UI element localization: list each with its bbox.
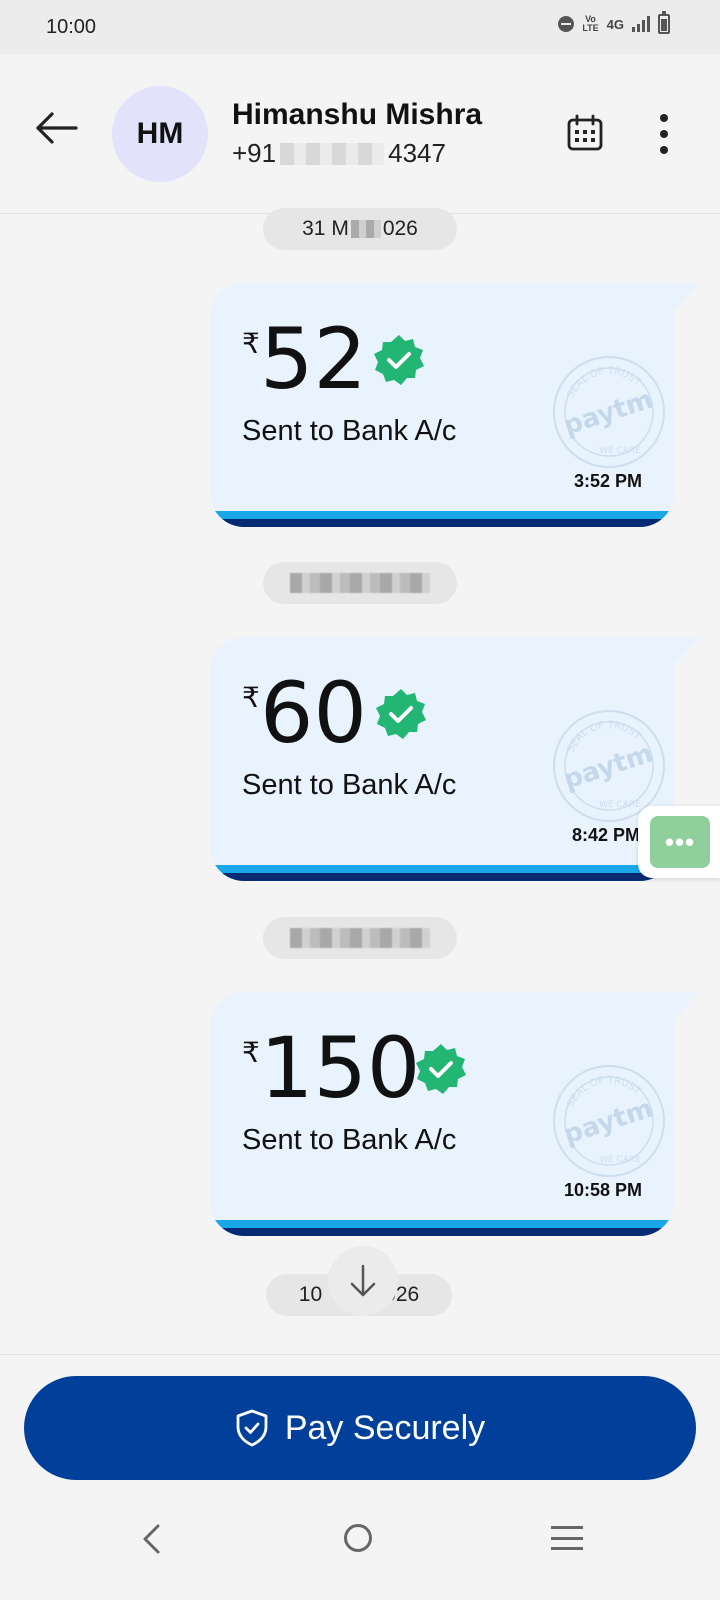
payment-amount: 60 xyxy=(260,664,367,762)
date-redaction xyxy=(290,573,430,593)
verified-check-icon xyxy=(376,689,426,739)
more-horizontal-icon: ••• xyxy=(650,816,710,868)
payment-amount: 150 xyxy=(260,1019,421,1117)
verified-check-icon xyxy=(416,1044,466,1094)
svg-text:WE CARE: WE CARE xyxy=(599,1155,641,1165)
pay-button-label: Pay Securely xyxy=(284,1408,486,1447)
nav-back-icon xyxy=(143,1524,160,1554)
phone-prefix: +91 xyxy=(232,138,277,168)
status-icons: Vo LTE 4G xyxy=(558,11,670,34)
nav-recents-button[interactable] xyxy=(551,1526,583,1550)
svg-text:WE CARE: WE CARE xyxy=(599,800,641,810)
back-button[interactable] xyxy=(32,108,80,148)
phone-suffix: 4347 xyxy=(388,138,446,168)
status-time: 10:00 xyxy=(46,16,97,38)
arrow-down-icon xyxy=(350,1264,376,1297)
status-bar: 10:00 Vo LTE 4G xyxy=(0,0,720,54)
card-stripe xyxy=(210,865,674,881)
chat-header: HM Himanshu Mishra +91 4347 xyxy=(0,54,720,214)
date-redaction xyxy=(350,220,381,238)
calendar-button[interactable] xyxy=(566,114,604,152)
more-vertical-icon xyxy=(660,114,668,122)
nav-back-button[interactable] xyxy=(138,1522,164,1556)
date-separator xyxy=(263,562,457,604)
card-stripe xyxy=(210,511,674,527)
card-stripe xyxy=(210,1220,674,1236)
bubble-tail xyxy=(670,283,700,315)
paytm-seal-icon: SEAL OF TRUST paytm WE CARE xyxy=(553,356,665,468)
currency-symbol: ₹ xyxy=(242,1037,260,1068)
payment-status-label: Sent to Bank A/c xyxy=(242,415,457,447)
message-time: 3:52 PM xyxy=(573,471,642,491)
shield-check-icon xyxy=(236,1409,268,1447)
phone-redaction xyxy=(280,142,385,165)
payment-status-label: Sent to Bank A/c xyxy=(242,769,457,801)
battery-icon xyxy=(658,11,670,34)
payment-message-card[interactable]: ₹ 52 Sent to Bank A/c SEAL OF TRUST payt… xyxy=(210,283,674,527)
nav-home-button[interactable] xyxy=(344,1524,372,1552)
currency-symbol: ₹ xyxy=(242,682,260,713)
avatar[interactable]: HM xyxy=(112,86,208,182)
date-separator xyxy=(263,917,457,959)
payment-message-card[interactable]: ₹ 60 Sent to Bank A/c SEAL OF TRUST payt… xyxy=(210,637,674,881)
bubble-tail xyxy=(670,637,700,669)
quick-actions-button[interactable]: ••• xyxy=(638,806,720,878)
calendar-icon xyxy=(567,114,603,151)
currency-symbol: ₹ xyxy=(242,328,260,359)
contact-name[interactable]: Himanshu Mishra xyxy=(232,98,482,132)
payment-status-label: Sent to Bank A/c xyxy=(242,1124,457,1156)
avatar-initials: HM xyxy=(136,117,184,150)
volte-icon: Vo LTE xyxy=(582,14,599,33)
verified-check-icon xyxy=(374,335,424,385)
contact-phone: +91 4347 xyxy=(232,138,446,169)
menu-icon xyxy=(551,1526,583,1529)
message-time: 10:58 PM xyxy=(563,1180,642,1200)
back-arrow-icon xyxy=(36,112,78,144)
payment-amount: 52 xyxy=(260,310,367,408)
scroll-to-bottom-button[interactable] xyxy=(328,1246,398,1316)
svg-text:WE CARE: WE CARE xyxy=(599,446,641,456)
date-separator: 31 M 026 xyxy=(263,208,457,250)
message-time: 8:42 PM xyxy=(571,825,640,845)
paytm-seal-icon: SEAL OF TRUST paytm WE CARE xyxy=(553,1065,665,1177)
pay-securely-button[interactable]: Pay Securely xyxy=(24,1376,696,1480)
payment-message-card[interactable]: ₹ 150 Sent to Bank A/c SEAL OF TRUST pay… xyxy=(210,992,674,1236)
date-redaction xyxy=(290,928,430,948)
signal-icon xyxy=(632,16,650,32)
more-options-button[interactable] xyxy=(650,112,678,156)
system-navigation-bar xyxy=(0,1500,720,1600)
bubble-tail xyxy=(670,992,700,1024)
do-not-disturb-icon xyxy=(558,16,575,32)
network-type: 4G xyxy=(606,16,624,32)
